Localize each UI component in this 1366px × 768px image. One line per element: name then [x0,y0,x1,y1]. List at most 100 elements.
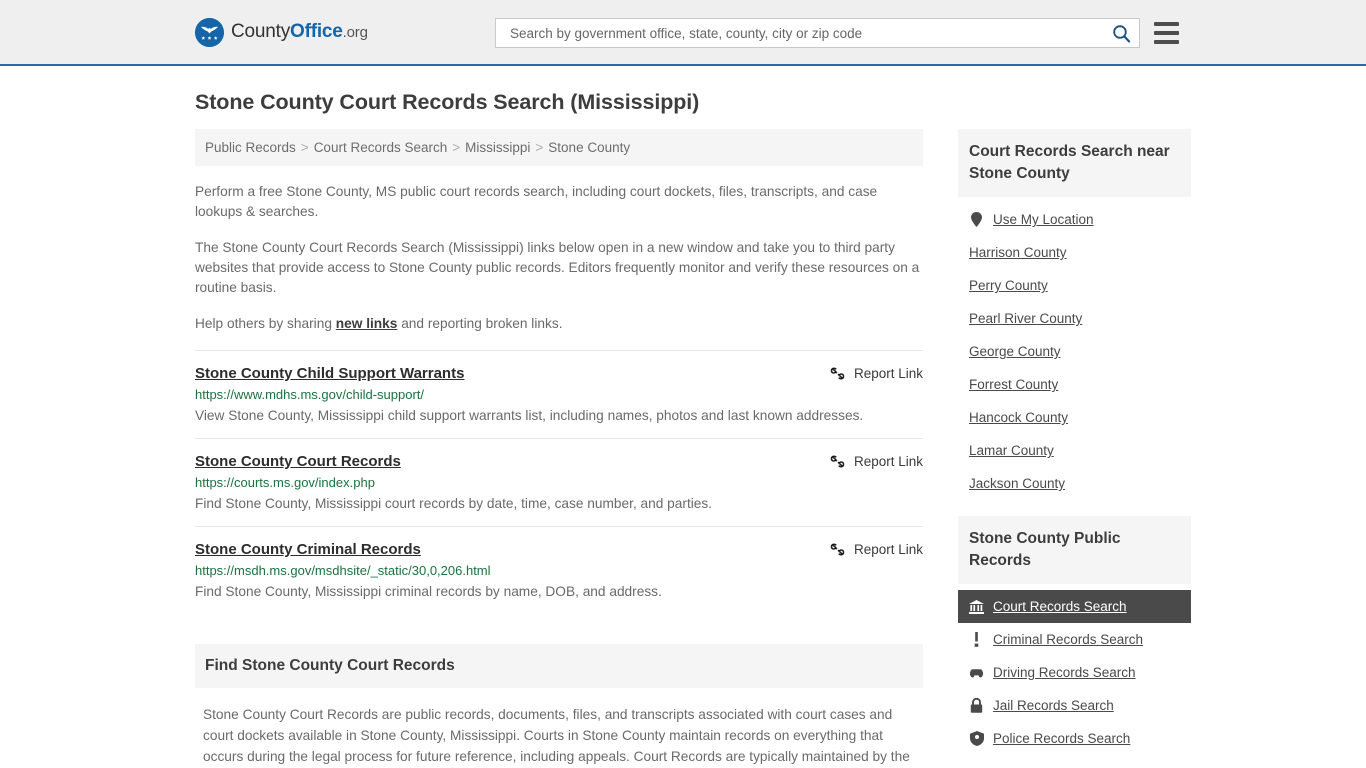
sidebar-item-pearl-river-county[interactable]: Pearl River County [958,302,1191,335]
intro-paragraph-2: The Stone County Court Records Search (M… [195,240,920,295]
broken-link-icon [830,455,845,468]
result-url[interactable]: https://courts.ms.gov/index.php [195,475,923,490]
report-link-label: Report Link [853,454,923,469]
broken-link-icon [830,543,845,556]
sidebar-link-court-records-search[interactable]: Court Records Search [993,599,1127,614]
breadcrumb-separator: > [535,140,544,155]
sidebar-link-harrison-county[interactable]: Harrison County [969,245,1067,260]
hamburger-bar [1154,40,1179,44]
hamburger-bar [1154,31,1179,35]
search-box[interactable] [495,18,1140,48]
sidebar-link-jackson-county[interactable]: Jackson County [969,476,1065,491]
sidebar-link-forrest-county[interactable]: Forrest County [969,377,1058,392]
report-link-button[interactable]: Report Link [830,541,923,557]
main-column: Public Records > Court Records Search > Miss… [195,129,923,768]
lock-icon [969,698,984,713]
site-logo[interactable]: CountyOffice.org [195,17,368,47]
sidebar-item-perry-county[interactable]: Perry County [958,269,1191,302]
nearby-county-list: Use My Location Harrison County Perry Co… [958,197,1191,500]
report-link-button[interactable]: Report Link [830,365,923,381]
courthouse-icon [969,599,984,614]
content-columns: Public Records > Court Records Search > Miss… [195,129,1191,768]
result-description: View Stone County, Mississippi child sup… [195,408,864,423]
intro-p3-after: and reporting broken links. [397,316,563,331]
sidebar: Court Records Search near Stone County U… [958,129,1191,755]
result-description: Find Stone County, Mississippi criminal … [195,584,662,599]
sidebar-link-police-records-search[interactable]: Police Records Search [993,731,1130,746]
find-records-heading: Find Stone County Court Records [195,644,923,688]
result-title-link[interactable]: Stone County Court Records [195,453,401,470]
intro-paragraph-3: Help others by sharing new links and rep… [195,314,923,334]
sidebar-item-jail-records-search[interactable]: Jail Records Search [958,689,1191,722]
sidebar-item-forrest-county[interactable]: Forrest County [958,368,1191,401]
result-url[interactable]: https://www.mdhs.ms.gov/child-support/ [195,387,923,402]
sidebar-item-lamar-county[interactable]: Lamar County [958,434,1191,467]
header-search-area [495,18,1179,48]
sidebar-item-police-records-search[interactable]: Police Records Search [958,722,1191,755]
sidebar-link-pearl-river-county[interactable]: Pearl River County [969,311,1082,326]
result-url[interactable]: https://msdh.ms.gov/msdhsite/_static/30,… [195,563,923,578]
result-item: Stone County Court Records Report Link h… [195,438,923,526]
logo-wordmark: CountyOffice.org [231,21,368,43]
exclamation-icon [969,632,984,647]
sidebar-link-driving-records-search[interactable]: Driving Records Search [993,665,1136,680]
sidebar-link-use-my-location[interactable]: Use My Location [993,212,1094,227]
sidebar-item-driving-records-search[interactable]: Driving Records Search [958,656,1191,689]
search-icon[interactable] [1112,24,1131,43]
breadcrumb-item-mississippi[interactable]: Mississippi [465,140,530,155]
site-header: CountyOffice.org [0,0,1366,66]
eagle-seal-icon [195,17,224,47]
car-icon [969,665,984,680]
report-link-label: Report Link [853,542,923,557]
breadcrumb-item-stone-county[interactable]: Stone County [548,140,630,155]
new-links-link[interactable]: new links [336,316,398,331]
report-link-button[interactable]: Report Link [830,453,923,469]
public-records-panel-heading: Stone County Public Records [958,516,1191,584]
sidebar-link-hancock-county[interactable]: Hancock County [969,410,1068,425]
sidebar-link-criminal-records-search[interactable]: Criminal Records Search [993,632,1143,647]
shield-icon [969,731,984,746]
result-item: Stone County Child Support Warrants Repo… [195,350,923,438]
breadcrumb-item-public-records[interactable]: Public Records [205,140,296,155]
sidebar-link-george-county[interactable]: George County [969,344,1061,359]
broken-link-icon [830,367,845,380]
hamburger-bar [1154,22,1179,26]
sidebar-item-criminal-records-search[interactable]: Criminal Records Search [958,623,1191,656]
result-header: Stone County Court Records Report Link [195,453,923,470]
intro-p3-before: Help others by sharing [195,316,336,331]
page-container: Stone County Court Records Search (Missi… [0,90,1366,768]
map-pin-icon [969,212,984,227]
nearby-panel-heading: Court Records Search near Stone County [958,129,1191,197]
find-records-section: Find Stone County Court Records Stone Co… [195,644,923,768]
logo-text-org: .org [342,24,368,41]
result-item: Stone County Criminal Records Report Lin… [195,526,923,614]
breadcrumb-separator: > [300,140,309,155]
result-header: Stone County Criminal Records Report Lin… [195,541,923,558]
sidebar-item-use-my-location[interactable]: Use My Location [958,203,1191,236]
hamburger-menu-icon[interactable] [1154,22,1179,44]
sidebar-item-court-records-search[interactable]: Court Records Search [958,590,1191,623]
sidebar-link-perry-county[interactable]: Perry County [969,278,1048,293]
sidebar-item-hancock-county[interactable]: Hancock County [958,401,1191,434]
result-description: Find Stone County, Mississippi court rec… [195,496,713,511]
result-header: Stone County Child Support Warrants Repo… [195,365,923,382]
intro-text: Perform a free Stone County, MS public c… [195,182,923,334]
result-title-link[interactable]: Stone County Child Support Warrants [195,365,464,382]
sidebar-item-jackson-county[interactable]: Jackson County [958,467,1191,500]
sidebar-link-jail-records-search[interactable]: Jail Records Search [993,698,1114,713]
sidebar-link-lamar-county[interactable]: Lamar County [969,443,1054,458]
intro-paragraph-1: Perform a free Stone County, MS public c… [195,184,878,219]
sidebar-item-george-county[interactable]: George County [958,335,1191,368]
page-title: Stone County Court Records Search (Missi… [195,90,700,114]
search-input[interactable] [508,24,1112,42]
sidebar-item-harrison-county[interactable]: Harrison County [958,236,1191,269]
find-records-body: Stone County Court Records are public re… [203,707,910,764]
logo-text-office: Office [290,21,343,42]
logo-text-county: County [231,21,291,42]
breadcrumb-separator: > [452,140,461,155]
result-title-link[interactable]: Stone County Criminal Records [195,541,421,558]
breadcrumb-item-court-records-search[interactable]: Court Records Search [314,140,448,155]
breadcrumb: Public Records > Court Records Search > Miss… [195,129,923,166]
report-link-label: Report Link [853,366,923,381]
